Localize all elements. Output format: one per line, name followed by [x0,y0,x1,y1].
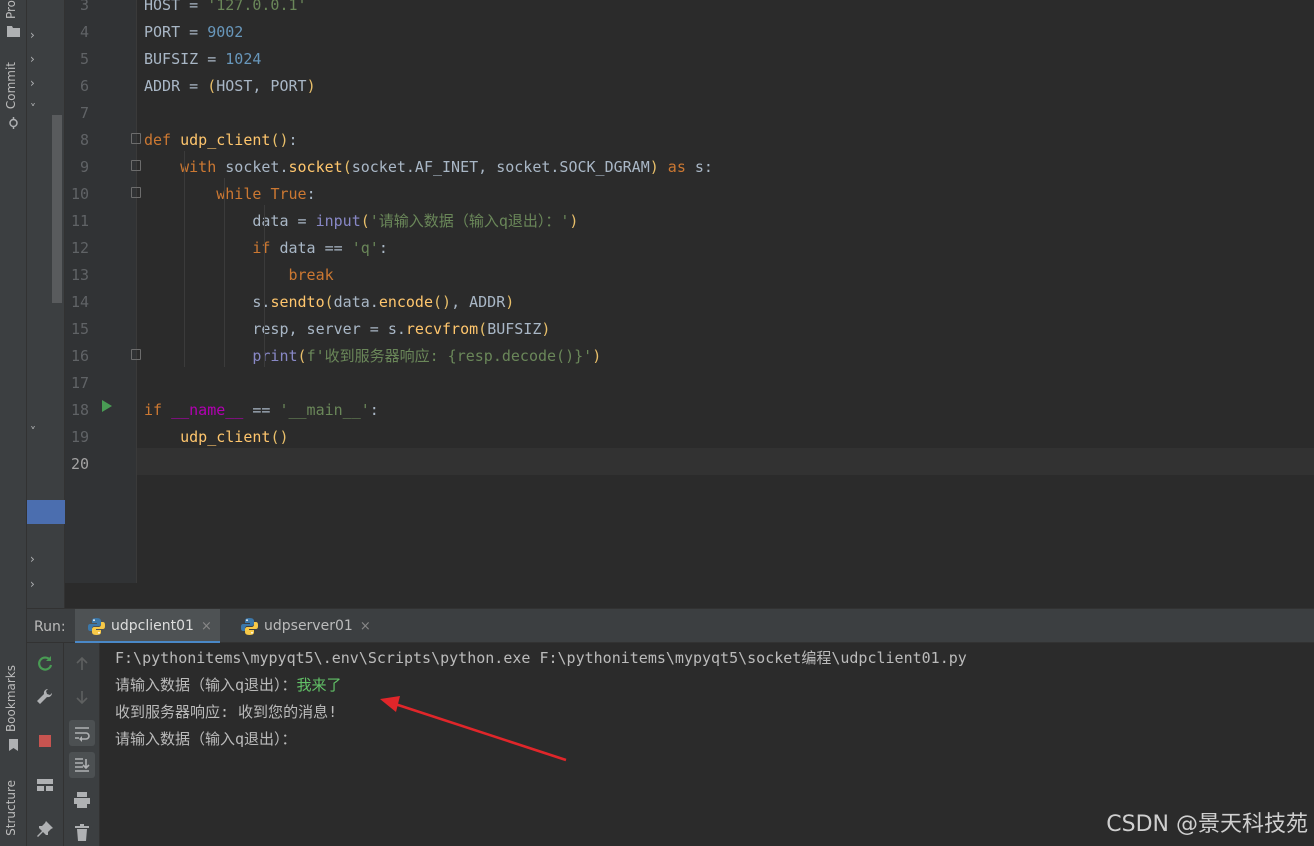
tab-label: udpserver01 [264,618,353,634]
tab-udpserver01[interactable]: udpserver01 × [228,609,379,644]
fold-icon[interactable] [131,160,141,171]
tree-expand-icon[interactable]: › [30,28,35,42]
code-line[interactable]: if __name__ == '__main__': [144,397,379,424]
bookmark-icon [9,739,18,751]
code-line[interactable]: BUFSIZ = 1024 [144,46,261,73]
soft-wrap-icon[interactable] [69,720,95,746]
console-response-line: 收到服务器响应: 收到您的消息! [115,703,338,721]
line-number: 11 [70,212,89,230]
rerun-icon[interactable] [33,652,57,676]
bookmarks-tab[interactable]: Bookmarks [4,665,18,732]
code-line[interactable]: with socket.socket(socket.AF_INET, socke… [144,154,713,181]
close-icon[interactable]: × [201,609,212,644]
tab-udpclient01[interactable]: udpclient01 × [75,609,220,644]
line-number: 14 [70,293,89,311]
tree-scrollbar[interactable] [52,115,62,303]
code-line[interactable]: while True: [144,181,315,208]
tree-expand-icon[interactable]: › [30,552,35,566]
code-line[interactable]: PORT = 9002 [144,19,243,46]
code-line[interactable]: if data == 'q': [144,235,387,262]
run-panel-header: Run: udpclient01 × udpserver01 × [27,608,1314,644]
line-number: 6 [79,77,89,95]
trash-icon[interactable] [70,820,94,844]
commit-tab[interactable]: Commit [4,62,18,109]
arrow-up-icon[interactable] [70,652,94,676]
structure-tab[interactable]: Structure [4,780,18,836]
line-number: 3 [79,0,89,14]
line-number: 18 [70,401,89,419]
run-toolbar-secondary [64,643,100,846]
code-line[interactable]: def udp_client(): [144,127,298,154]
code-editor[interactable]: 3 HOST = '127.0.0.1' 4 PORT = 9002 5 BUFSIZ =… [65,0,1314,583]
console-prompt: 请输入数据（输入q退出）： [115,676,297,694]
code-line[interactable]: resp, server = s.recvfrom(BUFSIZ) [144,316,550,343]
console-command-line: F:\pythonitems\mypyqt5\.env\Scripts\pyth… [115,649,967,667]
console-prompt-line: 请输入数据（输入q退出）：我来了 [115,672,342,699]
pin-icon[interactable] [33,817,57,841]
arrow-down-icon[interactable] [70,685,94,709]
tree-collapse-icon[interactable]: ˅ [30,102,36,116]
layout-icon[interactable] [33,773,57,797]
run-gutter-icon[interactable] [102,400,112,412]
python-icon [241,618,258,635]
tree-collapse-icon[interactable]: ˅ [30,425,36,439]
code-line[interactable]: print(f'收到服务器响应: {resp.decode()}') [144,343,601,370]
code-line[interactable]: data = input('请输入数据（输入q退出）：') [144,208,578,235]
line-number: 10 [70,185,89,203]
commit-icon [9,117,18,129]
run-toolbar-primary [27,643,64,846]
tree-selected-item[interactable] [27,500,65,524]
console-prompt-line: 请输入数据（输入q退出）： [115,730,297,748]
project-tab[interactable]: Pro [4,0,18,19]
code-line[interactable]: udp_client() [144,424,288,451]
tool-window-strip: Pro Commit Bookmarks Structure [0,0,27,846]
code-line[interactable]: break [144,262,334,289]
line-number: 16 [70,347,89,365]
console-user-input: 我来了 [296,676,342,694]
line-number: 8 [79,131,89,149]
wrench-icon[interactable] [33,685,57,709]
code-line[interactable]: HOST = '127.0.0.1' [144,0,307,19]
line-number: 15 [70,320,89,338]
close-icon[interactable]: × [360,609,371,644]
line-number: 20 [70,455,89,473]
tree-expand-icon[interactable]: › [30,52,35,66]
tab-label: udpclient01 [111,618,194,634]
line-number: 4 [79,23,89,41]
python-icon [88,618,105,635]
line-number: 13 [70,266,89,284]
folder-icon [7,26,20,37]
line-number: 5 [79,50,89,68]
line-number: 9 [79,158,89,176]
fold-icon[interactable] [131,133,141,144]
line-number: 12 [70,239,89,257]
tree-expand-icon[interactable]: › [30,577,35,591]
line-number: 7 [79,104,89,122]
stop-icon[interactable] [33,729,57,753]
fold-icon[interactable] [131,187,141,198]
print-icon[interactable] [70,788,94,812]
watermark: CSDN @景天科技苑 [1106,812,1308,837]
line-number: 19 [70,428,89,446]
tree-expand-icon[interactable]: › [30,76,35,90]
run-label: Run: [34,619,66,635]
code-line[interactable]: s.sendto(data.encode(), ADDR) [144,289,514,316]
code-line[interactable]: ADDR = (HOST, PORT) [144,73,316,100]
current-line-highlight [137,448,1314,475]
scroll-to-end-icon[interactable] [69,752,95,778]
line-number: 17 [70,374,89,392]
fold-icon[interactable] [131,349,141,360]
